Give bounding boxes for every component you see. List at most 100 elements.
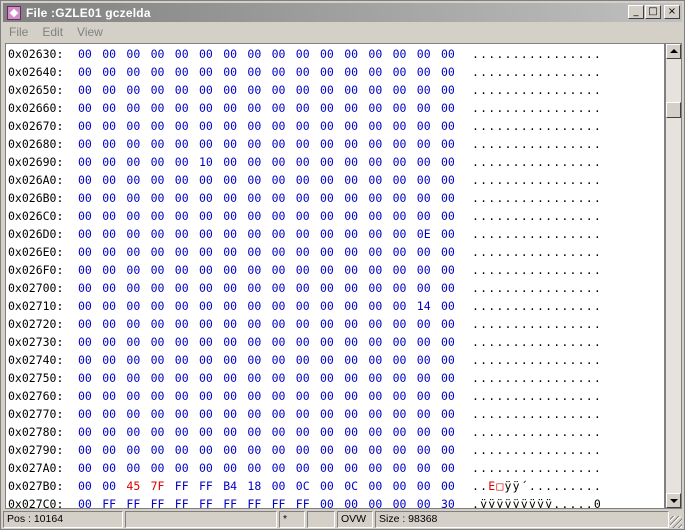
- hex-byte[interactable]: 00: [320, 441, 334, 459]
- hex-byte[interactable]: 00: [272, 225, 286, 243]
- hex-byte[interactable]: 00: [368, 135, 382, 153]
- hex-byte[interactable]: 00: [393, 261, 407, 279]
- hex-byte[interactable]: 00: [151, 423, 165, 441]
- hex-byte[interactable]: 00: [296, 279, 310, 297]
- hex-byte[interactable]: 00: [102, 225, 116, 243]
- ascii-column[interactable]: ................: [472, 459, 602, 477]
- ascii-column[interactable]: ................: [472, 297, 602, 315]
- close-button[interactable]: ×: [664, 5, 680, 19]
- hex-byte[interactable]: FF: [175, 477, 189, 495]
- hex-byte[interactable]: 00: [296, 459, 310, 477]
- hex-byte[interactable]: 00: [151, 405, 165, 423]
- hex-byte[interactable]: 00: [102, 207, 116, 225]
- ascii-column[interactable]: ................: [472, 171, 602, 189]
- hex-byte[interactable]: 00: [199, 243, 213, 261]
- hex-byte[interactable]: 00: [344, 315, 358, 333]
- hex-byte[interactable]: 00: [272, 81, 286, 99]
- hex-row[interactable]: 0x02750: 00 00 00 00 00 00 00 00 00 00 00 00 00 00 00 00…: [6, 369, 664, 387]
- hex-byte[interactable]: 00: [368, 45, 382, 63]
- hex-byte[interactable]: 00: [441, 369, 455, 387]
- hex-row[interactable]: 0x02770: 00 00 00 00 00 00 00 00 00 00 00 00 00 00 00 00…: [6, 405, 664, 423]
- hex-byte[interactable]: 00: [393, 225, 407, 243]
- hex-byte[interactable]: 00: [151, 171, 165, 189]
- hex-byte[interactable]: 00: [247, 243, 261, 261]
- hex-byte[interactable]: 00: [320, 81, 334, 99]
- hex-byte[interactable]: 00: [126, 369, 140, 387]
- hex-byte[interactable]: 00: [126, 153, 140, 171]
- hex-byte[interactable]: 00: [344, 297, 358, 315]
- hex-byte[interactable]: 00: [78, 243, 92, 261]
- hex-byte[interactable]: 00: [272, 243, 286, 261]
- hex-byte[interactable]: 00: [296, 243, 310, 261]
- hex-byte[interactable]: 00: [320, 369, 334, 387]
- hex-byte[interactable]: 00: [296, 423, 310, 441]
- hex-byte[interactable]: 00: [126, 45, 140, 63]
- hex-byte[interactable]: 00: [296, 189, 310, 207]
- hex-byte[interactable]: 00: [344, 441, 358, 459]
- hex-byte[interactable]: 00: [441, 441, 455, 459]
- hex-byte[interactable]: 7F: [151, 477, 165, 495]
- hex-byte[interactable]: 00: [441, 153, 455, 171]
- hex-byte[interactable]: 00: [441, 261, 455, 279]
- hex-byte[interactable]: 00: [368, 387, 382, 405]
- hex-byte[interactable]: 00: [417, 243, 431, 261]
- hex-byte[interactable]: 00: [199, 189, 213, 207]
- hex-byte[interactable]: 00: [393, 189, 407, 207]
- hex-byte[interactable]: 00: [223, 243, 237, 261]
- hex-byte[interactable]: 00: [151, 63, 165, 81]
- hex-byte[interactable]: 00: [368, 405, 382, 423]
- hex-byte[interactable]: 00: [417, 315, 431, 333]
- hex-byte[interactable]: 00: [223, 405, 237, 423]
- hex-byte[interactable]: 00: [296, 441, 310, 459]
- hex-byte[interactable]: 00: [78, 189, 92, 207]
- hex-byte[interactable]: 00: [175, 423, 189, 441]
- hex-byte[interactable]: 00: [102, 459, 116, 477]
- hex-byte[interactable]: 00: [417, 333, 431, 351]
- hex-byte[interactable]: 00: [247, 117, 261, 135]
- hex-byte[interactable]: 00: [175, 261, 189, 279]
- hex-byte[interactable]: 00: [344, 495, 358, 508]
- hex-byte[interactable]: 00: [320, 495, 334, 508]
- ascii-column[interactable]: ................: [472, 225, 602, 243]
- hex-byte[interactable]: 00: [199, 81, 213, 99]
- hex-byte[interactable]: 00: [151, 279, 165, 297]
- hex-byte[interactable]: 00: [320, 225, 334, 243]
- hex-byte[interactable]: 00: [102, 171, 116, 189]
- hex-byte[interactable]: 00: [272, 99, 286, 117]
- hex-byte[interactable]: 00: [223, 99, 237, 117]
- hex-byte[interactable]: 00: [247, 387, 261, 405]
- hex-byte[interactable]: 00: [441, 189, 455, 207]
- hex-byte[interactable]: 00: [320, 423, 334, 441]
- hex-byte[interactable]: 00: [247, 279, 261, 297]
- ascii-column[interactable]: ................: [472, 351, 602, 369]
- ascii-column[interactable]: ................: [472, 369, 602, 387]
- hex-byte[interactable]: 00: [175, 117, 189, 135]
- hex-byte[interactable]: 00: [78, 387, 92, 405]
- hex-byte[interactable]: 00: [102, 351, 116, 369]
- hex-byte[interactable]: 00: [223, 45, 237, 63]
- hex-byte[interactable]: 00: [102, 315, 116, 333]
- hex-byte[interactable]: FF: [151, 495, 165, 508]
- hex-byte[interactable]: 00: [368, 63, 382, 81]
- hex-byte[interactable]: 00: [247, 333, 261, 351]
- hex-byte[interactable]: 00: [320, 387, 334, 405]
- hex-byte[interactable]: 00: [199, 45, 213, 63]
- hex-byte[interactable]: 00: [151, 297, 165, 315]
- hex-byte[interactable]: 00: [368, 333, 382, 351]
- ascii-column[interactable]: ................: [472, 315, 602, 333]
- hex-byte[interactable]: 00: [78, 369, 92, 387]
- hex-byte[interactable]: 00: [102, 423, 116, 441]
- hex-byte[interactable]: 00: [102, 153, 116, 171]
- hex-byte[interactable]: 00: [441, 63, 455, 81]
- hex-byte[interactable]: 00: [417, 189, 431, 207]
- hex-byte[interactable]: 00: [223, 387, 237, 405]
- hex-byte[interactable]: 00: [344, 423, 358, 441]
- hex-row[interactable]: 0x026E0: 00 00 00 00 00 00 00 00 00 00 00 00 00 00 00 00…: [6, 243, 664, 261]
- hex-byte[interactable]: 00: [175, 441, 189, 459]
- hex-byte[interactable]: 00: [272, 333, 286, 351]
- hex-byte[interactable]: 00: [199, 459, 213, 477]
- hex-byte[interactable]: 00: [441, 405, 455, 423]
- hex-byte[interactable]: 00: [368, 171, 382, 189]
- hex-byte[interactable]: 00: [102, 45, 116, 63]
- hex-byte[interactable]: 00: [151, 369, 165, 387]
